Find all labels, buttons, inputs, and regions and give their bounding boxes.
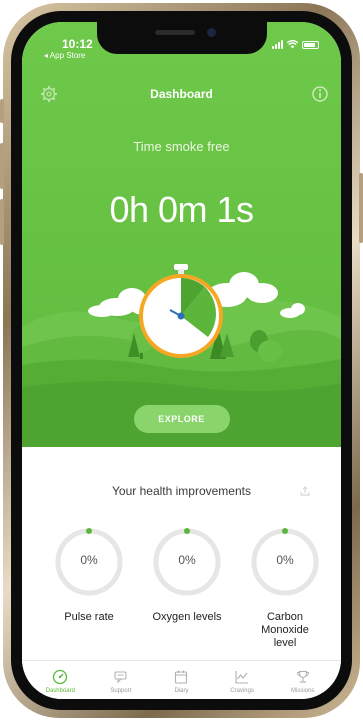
progress-ring: 0% bbox=[152, 527, 222, 597]
screen: 10:12 ◂ App Store Dashboard Time smoke f… bbox=[22, 22, 341, 699]
tab-support[interactable]: Support bbox=[92, 661, 150, 699]
phone-body: 10:12 ◂ App Store Dashboard Time smoke f… bbox=[11, 11, 352, 710]
status-time: 10:12 bbox=[62, 37, 93, 51]
calendar-icon bbox=[175, 670, 188, 684]
progress-ring: 0% bbox=[250, 527, 320, 597]
tab-label: Diary bbox=[174, 688, 189, 694]
gauge-label: Pulse rate bbox=[64, 611, 114, 623]
phone-frame: 10:12 ◂ App Store Dashboard Time smoke f… bbox=[0, 3, 363, 718]
gauge-label: Carbon Monoxide level bbox=[261, 611, 309, 649]
tab-label: Support bbox=[110, 688, 132, 694]
gauge-value: 0% bbox=[178, 553, 196, 567]
status-icons bbox=[272, 40, 319, 49]
share-icon[interactable] bbox=[299, 485, 311, 497]
health-gauges: 0% Pulse rate 0% Oxygen levels 0% Carbon… bbox=[22, 527, 341, 657]
progress-ring: 0% bbox=[54, 527, 124, 597]
chat-icon bbox=[114, 671, 127, 684]
tab-bar: Dashboard Support Diary Cravings Mission… bbox=[22, 660, 341, 699]
page-title: Dashboard bbox=[150, 87, 213, 101]
tab-label: Missions bbox=[291, 688, 315, 694]
nav-bar: Dashboard bbox=[22, 80, 341, 110]
health-improvements-title: Your health improvements bbox=[112, 484, 251, 498]
time-smoke-free-label: Time smoke free bbox=[133, 139, 230, 154]
gauge-pulse-rate[interactable]: 0% Pulse rate bbox=[44, 527, 134, 624]
tab-dashboard[interactable]: Dashboard bbox=[31, 661, 89, 699]
signal-icon bbox=[272, 40, 283, 49]
notch bbox=[96, 22, 267, 54]
volume-up-button bbox=[0, 143, 4, 189]
back-to-app-store-link[interactable]: ◂ App Store bbox=[44, 51, 85, 60]
gauge-value: 0% bbox=[80, 553, 98, 567]
wifi-icon bbox=[287, 40, 298, 49]
info-icon[interactable] bbox=[311, 85, 329, 103]
battery-icon bbox=[302, 40, 319, 49]
gauge-value: 0% bbox=[276, 553, 294, 567]
tab-missions[interactable]: Missions bbox=[274, 661, 332, 699]
tab-label: Cravings bbox=[230, 688, 254, 694]
tab-diary[interactable]: Diary bbox=[152, 661, 210, 699]
tab-label: Dashboard bbox=[45, 688, 75, 694]
volume-down-button bbox=[0, 199, 4, 245]
mute-switch bbox=[0, 99, 4, 123]
gauge-oxygen-levels[interactable]: 0% Oxygen levels bbox=[142, 527, 232, 624]
trophy-icon bbox=[296, 670, 309, 683]
explore-button[interactable]: EXPLORE bbox=[133, 405, 230, 433]
gauge-carbon-monoxide[interactable]: 0% Carbon Monoxide level bbox=[240, 527, 330, 650]
power-button bbox=[359, 173, 363, 243]
gauge-label: Oxygen levels bbox=[152, 611, 222, 623]
speedometer-icon bbox=[53, 669, 68, 685]
tab-cravings[interactable]: Cravings bbox=[213, 661, 271, 699]
smoke-free-timer: 0h 0m 1s bbox=[109, 189, 254, 230]
chart-icon bbox=[235, 671, 249, 684]
